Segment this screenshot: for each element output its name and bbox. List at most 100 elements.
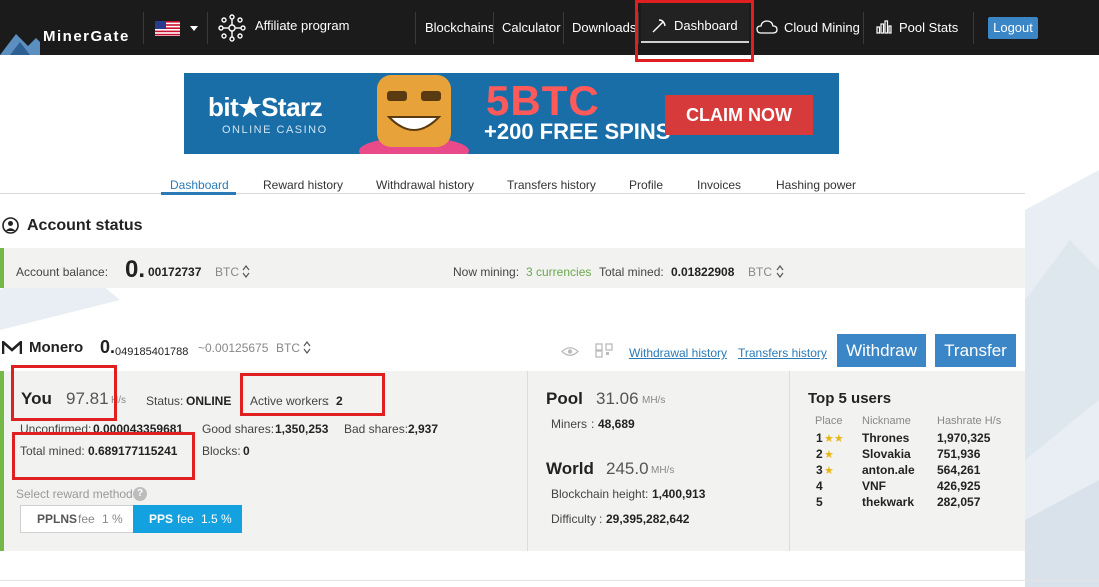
account-balance-int: 0.: [125, 256, 146, 283]
total-mined-currency: BTC: [748, 265, 772, 279]
pool-hashrate: 31.06: [596, 389, 639, 408]
top-users-header-hashrate: Hashrate H/s: [937, 415, 1002, 427]
pool-hashrate-unit: MH/s: [642, 395, 666, 406]
world-label: World: [546, 459, 594, 478]
top-users-title: Top 5 users: [808, 390, 892, 407]
language-dropdown-caret-icon[interactable]: [190, 26, 198, 31]
highlight-box-active-workers: [240, 373, 385, 416]
panel-accent-bar: [0, 371, 4, 551]
affiliate-network-icon[interactable]: [218, 14, 246, 42]
status-label: Status:: [146, 394, 184, 408]
reward-method-label: Select reward method: [16, 487, 133, 501]
pps-reward-option[interactable]: PPS fee 1.5 %: [133, 505, 242, 533]
dashboard-main: Account status Account balance: 0. 00172…: [0, 0, 1099, 587]
coin-balance-int: 0.: [100, 337, 116, 357]
nav-calculator-link[interactable]: Calculator: [502, 20, 561, 35]
account-balance-label: Account balance:: [16, 265, 109, 279]
coin-name: Monero: [29, 339, 84, 356]
eye-icon[interactable]: [561, 346, 579, 357]
highlight-box-you: [11, 365, 117, 421]
good-shares-label: Good shares:: [202, 422, 275, 436]
footer-divider: [0, 580, 1099, 581]
nav-cloud-mining-link[interactable]: Cloud Mining: [784, 20, 860, 35]
blockchain-height-label: Blockchain height: [551, 487, 646, 501]
top-user-rate: 564,261: [937, 463, 981, 477]
blocks-label: Blocks:: [202, 444, 241, 458]
pps-fee: 1.5 %: [201, 512, 232, 526]
total-mined-value: 0.01822908: [671, 265, 735, 279]
blockchain-height-value: 1,400,913: [652, 487, 706, 501]
affiliate-program-link[interactable]: Affiliate program: [255, 18, 349, 33]
top-user-place: 2: [816, 447, 823, 461]
top-user-stars-icon: ★★: [824, 433, 844, 445]
world-hashrate: 245.0: [606, 459, 649, 478]
top-users-header-nickname: Nickname: [862, 415, 911, 427]
miners-value: 48,689: [598, 417, 635, 431]
status-value: ONLINE: [186, 394, 232, 408]
withdrawal-history-link[interactable]: Withdrawal history: [629, 346, 727, 360]
good-shares-value: 1,350,253: [275, 422, 329, 436]
top-user-name: Thrones: [862, 431, 910, 445]
nav-blockchains-link[interactable]: Blockchains: [425, 20, 494, 35]
top-user-place: 4: [816, 479, 823, 493]
coin-approx-currency: BTC: [276, 341, 300, 355]
blocks-value: 0: [243, 444, 250, 458]
account-balance-currency: BTC: [215, 265, 239, 279]
now-mining-value[interactable]: 3 currencies: [526, 265, 591, 279]
nav-divider: [207, 12, 208, 44]
top-user-name: thekwark: [862, 495, 915, 509]
top-user-rate: 751,936: [937, 447, 981, 461]
total-mined-label: Total mined:: [599, 265, 664, 279]
top-user-place: 1: [816, 431, 823, 445]
currency-toggle-icon[interactable]: [776, 265, 784, 278]
nav-downloads-link[interactable]: Downloads: [572, 20, 636, 35]
minergate-logo-text[interactable]: MinerGate: [43, 28, 130, 45]
top-user-rate: 1,970,325: [937, 431, 991, 445]
pps-name: PPS: [149, 512, 174, 526]
difficulty-separator: :: [599, 512, 603, 526]
top-users-header-place: Place: [815, 415, 843, 427]
pps-fee-label: fee: [177, 512, 194, 526]
currency-toggle-icon[interactable]: [242, 265, 250, 278]
panel-accent-bar: [0, 248, 4, 288]
top-navbar: MinerGate Affiliate program Blockchains …: [0, 0, 1099, 55]
bar-chart-icon: [876, 20, 892, 34]
bad-shares-value: 2,937: [408, 422, 439, 436]
transfers-history-link[interactable]: Transfers history: [738, 346, 827, 360]
pool-label: Pool: [546, 389, 583, 408]
account-balance-decimal: 00172737: [148, 265, 202, 279]
difficulty-value: 29,395,282,642: [606, 512, 690, 526]
top-user-rate: 282,057: [937, 495, 981, 509]
top-user-place: 5: [816, 495, 823, 509]
nav-divider: [863, 12, 864, 44]
nav-pool-stats-link[interactable]: Pool Stats: [899, 20, 958, 35]
nav-divider: [563, 12, 564, 44]
pplns-fee: 1 %: [102, 512, 123, 526]
cloud-icon: [756, 20, 778, 34]
panel-divider: [527, 371, 528, 551]
qr-code-icon[interactable]: [595, 343, 613, 358]
minergate-logo-icon[interactable]: [0, 28, 40, 55]
now-mining-label: Now mining:: [453, 265, 520, 279]
monero-logo-icon: [2, 341, 22, 354]
withdraw-button[interactable]: Withdraw: [837, 334, 926, 367]
transfer-button[interactable]: Transfer: [935, 334, 1016, 367]
logout-button[interactable]: Logout: [988, 17, 1038, 39]
nav-divider: [415, 12, 416, 44]
panel-divider: [789, 371, 790, 551]
user-icon: [2, 217, 19, 234]
world-hashrate-unit: MH/s: [651, 465, 675, 476]
coin-balance-decimal: 049185401788: [115, 346, 189, 358]
help-icon[interactable]: ?: [133, 487, 147, 501]
coin-approx-btc: ~0.00125675: [198, 341, 269, 355]
us-flag-icon[interactable]: [155, 21, 180, 36]
top-user-stars-icon: ★: [824, 449, 834, 461]
pplns-fee-label: fee: [78, 512, 95, 526]
pplns-name: PPLNS: [37, 512, 78, 526]
top-user-name: anton.ale: [862, 463, 915, 477]
pplns-reward-option[interactable]: PPLNS fee 1 %: [20, 505, 134, 533]
miners-separator: :: [591, 417, 595, 431]
currency-toggle-icon[interactable]: [303, 341, 311, 354]
top-user-rate: 426,925: [937, 479, 981, 493]
blockchain-height-separator: :: [645, 487, 649, 501]
